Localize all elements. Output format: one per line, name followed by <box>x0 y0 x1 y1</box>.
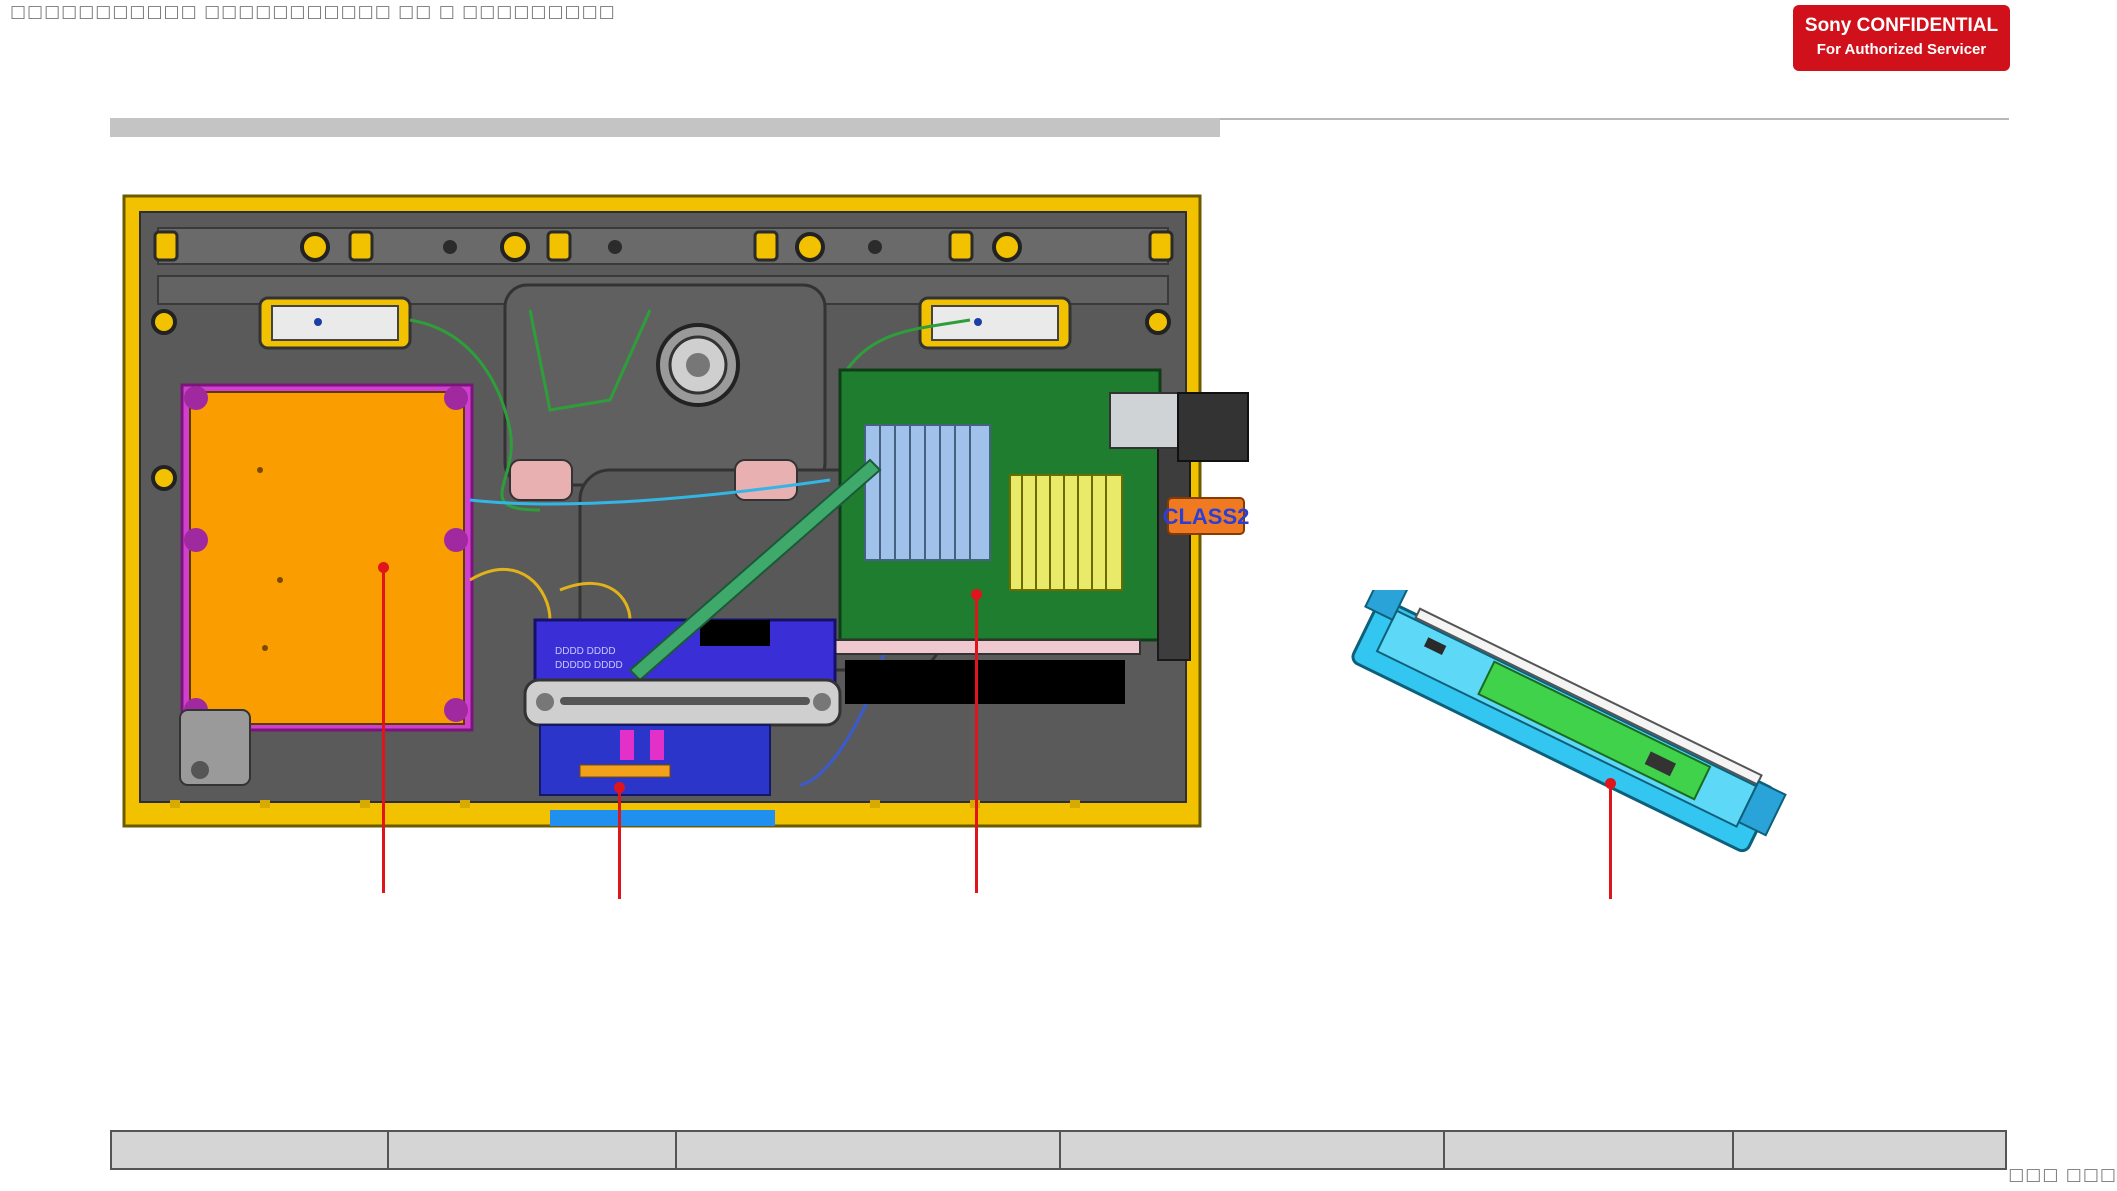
table-cell <box>112 1132 389 1168</box>
table-cell <box>389 1132 677 1168</box>
confidential-line-2: For Authorized Servicer <box>1816 41 1987 58</box>
callout-line-power-board <box>382 568 385 893</box>
parts-table-row <box>110 1130 2007 1170</box>
callout-line-main-board <box>975 595 978 893</box>
table-cell <box>1734 1132 2005 1168</box>
confidential-line-1: Sony CONFIDENTIAL <box>1804 15 1999 36</box>
board-text-1: DDDD DDDD <box>555 646 616 657</box>
title-bar <box>110 118 1220 137</box>
side-board-diagram <box>1351 590 1787 853</box>
main-heatsink <box>864 424 991 561</box>
callout-line-bottom-board <box>618 788 621 899</box>
page-number: □□□ □□□ <box>2008 1165 2117 1185</box>
confidential-badge: Sony CONFIDENTIAL For Authorized Service… <box>1793 5 2010 71</box>
callout-line-side-board <box>1609 784 1612 899</box>
header-code-text: □□□□□□□□□□□ □□□□□□□□□□□ □□ □ □□□□□□□□□ <box>10 2 616 22</box>
title-rule <box>1220 118 2009 120</box>
class-label: CLASS2 <box>1163 504 1250 529</box>
tv-rear-chassis-diagram: CLASS2 DDDD DDDD DDDDD DDDD <box>122 194 1250 828</box>
board-text-2: DDDDD DDDD <box>555 660 623 671</box>
table-cell <box>1061 1132 1445 1168</box>
table-cell <box>677 1132 1061 1168</box>
table-cell <box>1445 1132 1734 1168</box>
